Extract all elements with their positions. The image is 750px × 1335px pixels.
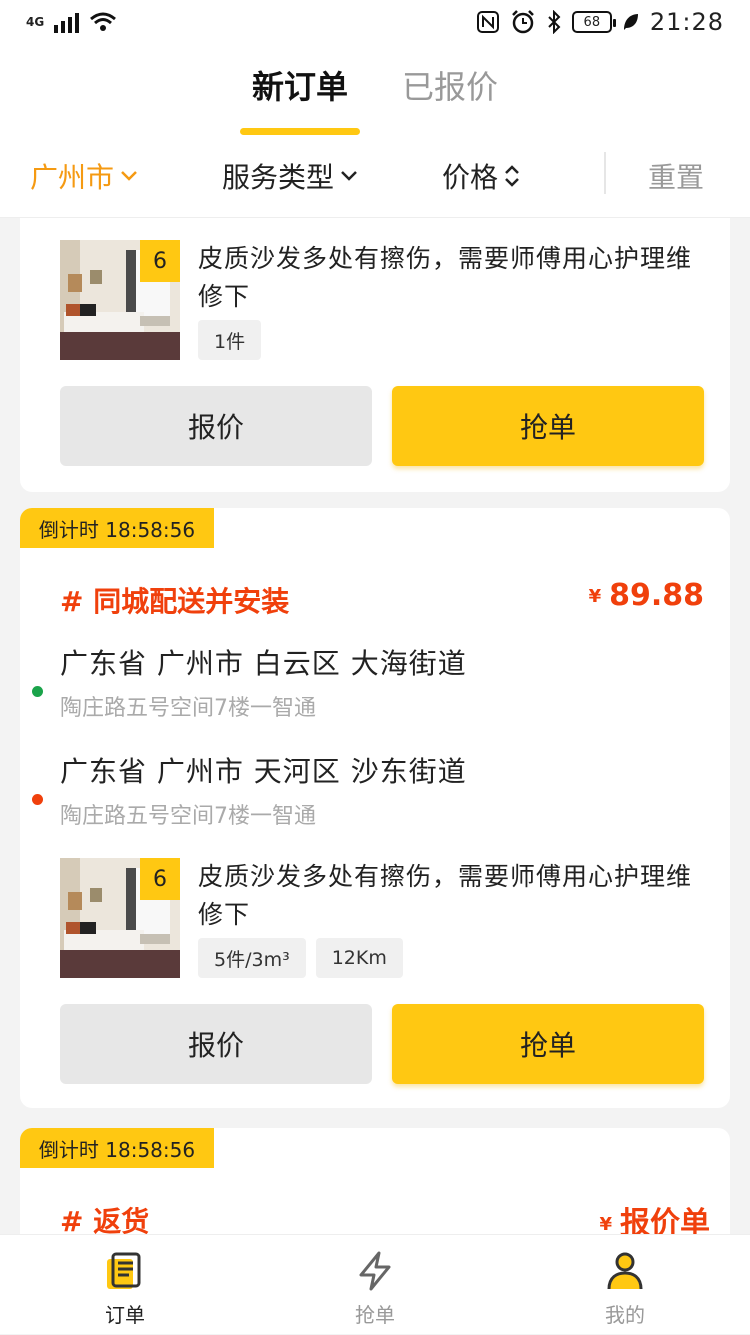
delivery-address-detail: 陶庄路五号空间7楼一智通 bbox=[60, 804, 316, 829]
quote-button[interactable]: 报价 bbox=[60, 1004, 372, 1084]
chevron-down-icon bbox=[341, 171, 357, 181]
order-tabs: 新订单 已报价 bbox=[0, 62, 750, 135]
end-dot-icon bbox=[32, 794, 43, 805]
order-item: 6 皮质沙发多处有擦伤，需要师傅用心护理维修下 5件/3m³ 12Km bbox=[60, 858, 710, 978]
wifi-icon bbox=[90, 12, 117, 31]
currency-symbol: ¥ bbox=[599, 1214, 612, 1234]
nav-grab-label: 抢单 bbox=[355, 1303, 395, 1327]
battery-level: 68 bbox=[583, 14, 601, 30]
nav-orders[interactable]: 订单 bbox=[0, 1235, 250, 1335]
grab-order-button[interactable]: 抢单 bbox=[392, 386, 704, 466]
countdown-badge: 倒计时 18:58:56 bbox=[20, 508, 214, 548]
start-dot-icon bbox=[32, 686, 43, 697]
order-list[interactable]: 6 皮质沙发多处有擦伤，需要师傅用心护理维修下 1件 报价 抢单 倒计时 18:… bbox=[0, 218, 750, 1234]
leaf-icon bbox=[623, 14, 638, 30]
city-filter[interactable]: 广州市 bbox=[30, 156, 138, 196]
item-tags: 5件/3m³ 12Km bbox=[198, 938, 403, 978]
chevron-down-icon bbox=[121, 171, 137, 181]
item-tags: 1件 bbox=[198, 320, 262, 360]
active-tab-indicator bbox=[240, 128, 360, 135]
order-card: 6 皮质沙发多处有擦伤，需要师傅用心护理维修下 1件 报价 抢单 bbox=[20, 218, 730, 492]
lightning-icon bbox=[359, 1251, 391, 1291]
network-type: 4G bbox=[26, 15, 45, 29]
item-tag: 1件 bbox=[198, 320, 262, 360]
tab-new-orders[interactable]: 新订单 bbox=[220, 62, 380, 108]
service-type: # 返货 bbox=[60, 1205, 150, 1234]
alarm-icon bbox=[511, 10, 534, 34]
signal-icon bbox=[54, 11, 80, 33]
delivery-address-main: 广东省 广州市 天河区 沙东街道 bbox=[60, 755, 467, 788]
order-document-icon bbox=[107, 1252, 141, 1289]
status-bar: 4G 68 21:28 bbox=[0, 0, 750, 44]
countdown-badge: 倒计时 18:58:56 bbox=[20, 1128, 214, 1168]
tab-quoted[interactable]: 已报价 bbox=[370, 62, 530, 108]
filter-bar: 广州市 服务类型 价格 重置 bbox=[0, 144, 750, 204]
service-type-filter[interactable]: 服务类型 bbox=[222, 156, 358, 196]
city-filter-label: 广州市 bbox=[30, 161, 115, 194]
reset-button[interactable]: 重置 bbox=[648, 156, 704, 196]
clock: 21:28 bbox=[649, 8, 724, 36]
header: 新订单 已报价 广州市 服务类型 价格 重置 bbox=[0, 44, 750, 218]
nav-profile[interactable]: 我的 bbox=[500, 1235, 750, 1335]
nav-orders-label: 订单 bbox=[105, 1303, 145, 1327]
nav-grab[interactable]: 抢单 bbox=[250, 1235, 500, 1335]
item-tag: 12Km bbox=[315, 938, 403, 978]
nav-profile-label: 我的 bbox=[605, 1303, 645, 1327]
pickup-address: 广东省 广州市 白云区 大海街道 陶庄路五号空间7楼一智通 bbox=[32, 642, 700, 722]
pickup-address-detail: 陶庄路五号空间7楼一智通 bbox=[60, 696, 316, 721]
order-card: 倒计时 18:58:56 # 同城配送并安装 ¥89.88 广东省 广州市 白云… bbox=[20, 508, 730, 1108]
order-price: ¥89.88 bbox=[589, 578, 704, 613]
filter-divider bbox=[604, 152, 606, 194]
price-filter-label: 价格 bbox=[442, 161, 499, 194]
currency-symbol: ¥ bbox=[588, 586, 602, 607]
price-sort-filter[interactable]: 价格 bbox=[442, 156, 520, 196]
service-type-filter-label: 服务类型 bbox=[222, 161, 335, 194]
item-description: 皮质沙发多处有擦伤，需要师傅用心护理维修下 bbox=[198, 244, 693, 311]
grab-order-button[interactable]: 抢单 bbox=[392, 1004, 704, 1084]
quantity-badge: 6 bbox=[140, 858, 180, 900]
sort-icon bbox=[505, 165, 519, 187]
quote-button[interactable]: 报价 bbox=[60, 386, 372, 466]
item-tag: 5件/3m³ bbox=[198, 938, 306, 978]
order-item: 6 皮质沙发多处有擦伤，需要师傅用心护理维修下 1件 bbox=[60, 240, 710, 360]
bottom-navigation: 订单 抢单 我的 bbox=[0, 1234, 750, 1334]
price-value: 89.88 bbox=[609, 578, 704, 613]
service-type: # 同城配送并安装 bbox=[60, 585, 290, 618]
battery-indicator: 68 bbox=[571, 11, 616, 33]
item-description: 皮质沙发多处有擦伤，需要师傅用心护理维修下 bbox=[198, 862, 693, 929]
pickup-address-main: 广东省 广州市 白云区 大海街道 bbox=[60, 647, 467, 680]
order-card: 倒计时 18:58:56 # 返货 ¥ 报价单 bbox=[20, 1128, 730, 1234]
nfc-icon bbox=[476, 11, 499, 33]
delivery-address: 广东省 广州市 天河区 沙东街道 陶庄路五号空间7楼一智通 bbox=[32, 750, 700, 830]
price-value: 报价单 bbox=[620, 1206, 710, 1234]
quantity-badge: 6 bbox=[140, 240, 180, 282]
bluetooth-icon bbox=[548, 10, 561, 34]
user-profile-icon bbox=[607, 1252, 643, 1290]
order-price: ¥ 报价单 bbox=[599, 1198, 710, 1234]
